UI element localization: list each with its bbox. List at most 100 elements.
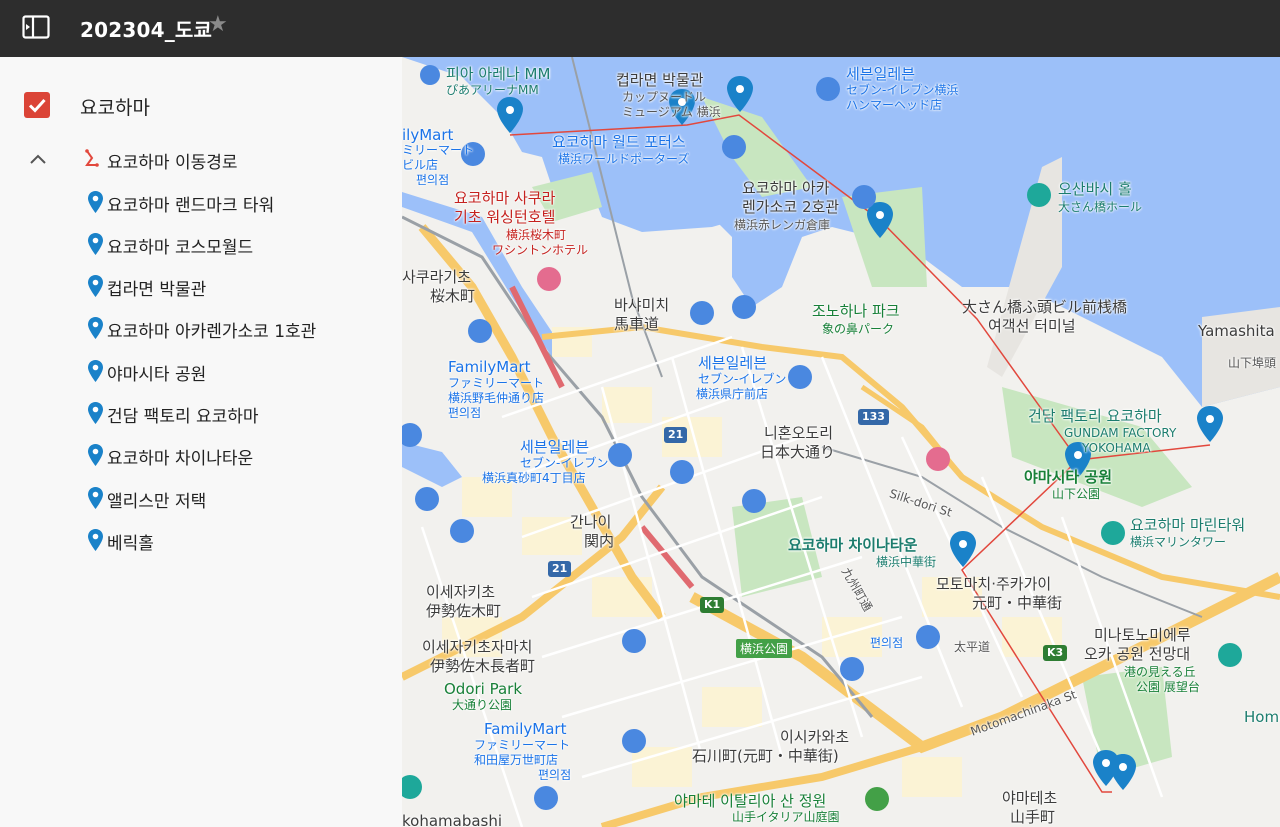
- map-label: ビル店: [402, 158, 439, 172]
- map-label[interactable]: 요코하마 사쿠라: [454, 189, 555, 207]
- map-label[interactable]: 야마테 이탈리아 산 정원: [674, 792, 826, 810]
- map-label[interactable]: FamilyMart: [448, 358, 530, 376]
- place-label: 베릭홀: [107, 534, 154, 554]
- route-shield: 21: [548, 561, 572, 577]
- chevron-up-icon[interactable]: [28, 151, 48, 165]
- place-item-yamashita-park[interactable]: 야마시타 공원: [0, 352, 402, 388]
- map-label[interactable]: 모토마치·주카가이: [936, 575, 1051, 593]
- map-label: 横浜真砂町4丁目店: [482, 471, 586, 485]
- map-label[interactable]: 요코하마 마린타워: [1130, 516, 1245, 534]
- map-label: YOKOHAMA: [1082, 441, 1151, 455]
- map-label: 横浜赤レンガ倉庫: [734, 218, 831, 232]
- place-item-cupnoodle[interactable]: 컵라면 박물관: [0, 267, 402, 303]
- route-shield: 133: [858, 409, 889, 425]
- route-icon: [84, 148, 100, 168]
- map-label[interactable]: 이세자키초: [426, 583, 495, 601]
- map-label: ファミリーマート: [474, 738, 571, 752]
- map-label: ぴあアリーナMM: [446, 83, 539, 97]
- map-label: 山手町: [1010, 808, 1056, 826]
- map-label[interactable]: ilyMart: [402, 126, 453, 144]
- map-label[interactable]: 요코하마 아카: [742, 179, 830, 197]
- place-item-gundam-factory[interactable]: 건담 팩토리 요코하마: [0, 394, 402, 430]
- map-label[interactable]: 사쿠라기초: [402, 268, 471, 286]
- map-label: 편의점: [870, 636, 904, 650]
- map-label[interactable]: 바샤미치: [614, 296, 669, 314]
- place-item-landmark-tower[interactable]: 요코하마 랜드마크 타워: [0, 183, 402, 219]
- map-label[interactable]: 오산바시 홀: [1058, 180, 1132, 198]
- map-title[interactable]: 202304_도쿄: [80, 14, 212, 43]
- map-label: 馬車道: [614, 315, 660, 333]
- map-pin-icon: [87, 486, 104, 510]
- map-label: kohamabashi: [402, 812, 503, 827]
- map-label[interactable]: 미나토노미에루: [1094, 626, 1191, 644]
- map-label: 石川町(元町・中華街): [692, 747, 839, 765]
- map-label[interactable]: 이시카와초: [780, 728, 849, 746]
- map-label: 편의점: [416, 173, 450, 187]
- route-row[interactable]: 요코하마 이동경로: [0, 141, 402, 177]
- map-label: 横浜ワールドポーターズ: [558, 152, 690, 166]
- map-pin-icon: [87, 274, 104, 298]
- map-label: 桜木町: [430, 287, 476, 305]
- place-item-akarenga[interactable]: 요코하마 아카렌가소코 1호관: [0, 309, 402, 345]
- map-label[interactable]: 건담 팩토리 요코하마: [1028, 407, 1162, 425]
- map-label[interactable]: 컵라면 박물관: [616, 71, 704, 89]
- map-label: 公園 展望台: [1136, 680, 1200, 694]
- map-pin-icon: [87, 443, 104, 467]
- map-label[interactable]: Yamashita: [1198, 322, 1275, 340]
- map-label: セブン-イレブン: [698, 372, 787, 386]
- map-label[interactable]: 세븐일레븐: [846, 65, 915, 83]
- map-label[interactable]: 세븐일레븐: [698, 354, 767, 372]
- layer-row[interactable]: 요코하마: [0, 83, 402, 125]
- route-shield: K3: [1043, 645, 1068, 661]
- map-label[interactable]: 横浜公園: [736, 639, 793, 658]
- map-pin-icon: [87, 232, 104, 256]
- sidebar-toggle-icon[interactable]: [22, 15, 50, 39]
- map-label: 横浜マリンタワー: [1130, 535, 1227, 549]
- map-label[interactable]: Odori Park: [444, 680, 522, 698]
- map-label: 港の見える丘: [1124, 665, 1196, 679]
- map-label[interactable]: 야마시타 공원: [1024, 468, 1112, 486]
- map-label: カップヌードル: [622, 90, 707, 104]
- map-label: 日本大通り: [760, 443, 836, 461]
- sidebar: 요코하마 요코하마 이동경로 요코하마 랜드마크 타워 요코하마 코스모월드 컵…: [0, 57, 403, 827]
- route-shield: K1: [700, 597, 725, 613]
- map-pin-icon: [87, 401, 104, 425]
- map-label[interactable]: FamilyMart: [484, 720, 566, 738]
- map-pin-icon: [87, 528, 104, 552]
- map-label: ミュージアム 横浜: [622, 105, 721, 119]
- map-label: 山下埠頭: [1228, 356, 1277, 370]
- map-label: 元町・中華街: [972, 594, 1063, 612]
- star-icon[interactable]: ★: [208, 12, 228, 37]
- map-canvas[interactable]: 피아 아레나 MM ぴあアリーナMM 컵라면 박물관 カップヌードル ミュージア…: [402, 57, 1280, 827]
- map-label[interactable]: 니혼오도리: [764, 424, 833, 442]
- map-label[interactable]: 요코하마 차이나타운: [788, 536, 917, 554]
- place-label: 요코하마 차이나타운: [107, 449, 254, 469]
- map-label: 山手イタリア山庭園: [732, 810, 840, 824]
- map-label[interactable]: 大さん橋ふ頭ビル前桟橋: [962, 298, 1127, 316]
- map-label: 太平道: [954, 640, 991, 654]
- place-item-chinatown[interactable]: 요코하마 차이나타운: [0, 436, 402, 472]
- map-label[interactable]: 요코하마 월드 포터스: [552, 133, 686, 151]
- map-label[interactable]: 이세자키초자마치: [422, 638, 532, 656]
- map-label: ワシントンホテル: [492, 243, 589, 257]
- map-label: 象の鼻パーク: [822, 322, 895, 336]
- place-item-berrick-hall[interactable]: 베릭홀: [0, 521, 402, 557]
- place-label: 건담 팩토리 요코하마: [107, 407, 259, 427]
- map-pin-icon: [87, 316, 104, 340]
- map-label[interactable]: Home: [1244, 708, 1280, 726]
- top-bar: 202304_도쿄 ★: [0, 0, 1280, 57]
- place-item-cosmo-world[interactable]: 요코하마 코스모월드: [0, 225, 402, 261]
- map-label: 横浜中華街: [876, 555, 937, 569]
- map-label: 大通り公園: [452, 698, 513, 712]
- map-label: 편의점: [448, 406, 482, 420]
- layer-checkbox[interactable]: [24, 92, 50, 118]
- map-label[interactable]: 간나이: [570, 513, 611, 531]
- map-label[interactable]: 야마테초: [1002, 789, 1057, 807]
- map-label: 오카 공원 전망대: [1084, 645, 1191, 663]
- map-label[interactable]: 피아 아레나 MM: [446, 65, 550, 83]
- map-label: 렌가소코 2호관: [742, 198, 840, 216]
- map-label[interactable]: 세븐일레븐: [520, 438, 589, 456]
- place-item-ellisman[interactable]: 앨리스만 저택: [0, 479, 402, 515]
- map-pin-icon: [87, 359, 104, 383]
- map-label[interactable]: 조노하나 파크: [812, 302, 900, 320]
